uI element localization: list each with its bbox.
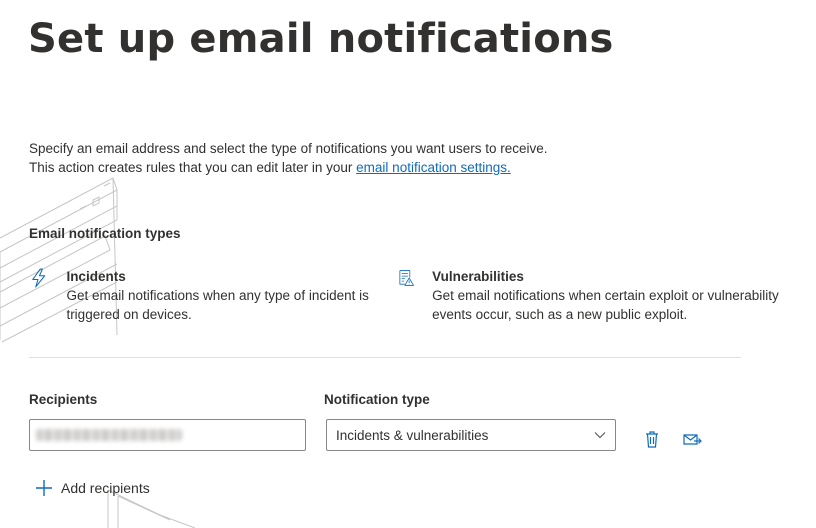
send-mail-icon bbox=[683, 434, 702, 445]
notification-type-incidents: Incidents Get email notifications when a… bbox=[29, 267, 389, 324]
notification-type-vulnerabilities: Vulnerabilities Get email notifications … bbox=[398, 267, 808, 324]
vulnerabilities-description: Get email notifications when certain exp… bbox=[432, 288, 779, 322]
page-title: Set up email notifications bbox=[28, 16, 614, 62]
add-recipients-button[interactable]: Add recipients bbox=[35, 479, 150, 497]
plus-icon bbox=[36, 480, 52, 496]
delete-recipient-button[interactable] bbox=[641, 428, 663, 450]
email-notification-settings-link[interactable]: email notification settings. bbox=[356, 160, 511, 175]
trash-icon bbox=[646, 431, 658, 448]
incidents-description: Get email notifications when any type of… bbox=[66, 288, 369, 322]
add-recipients-label: Add recipients bbox=[61, 480, 150, 496]
incidents-title: Incidents bbox=[66, 269, 126, 284]
page-description: Specify an email address and select the … bbox=[29, 139, 629, 177]
description-line-2-text: This action creates rules that you can e… bbox=[29, 160, 357, 175]
description-line-1: Specify an email address and select the … bbox=[29, 141, 548, 156]
send-test-email-button[interactable] bbox=[681, 428, 703, 450]
vulnerability-report-icon bbox=[399, 270, 414, 286]
section-divider bbox=[29, 357, 741, 358]
notification-types-heading: Email notification types bbox=[29, 226, 181, 241]
notification-type-dropdown[interactable]: Incidents & vulnerabilities bbox=[326, 419, 616, 451]
notification-type-selected-value: Incidents & vulnerabilities bbox=[336, 427, 489, 443]
recipients-label: Recipients bbox=[29, 392, 98, 407]
chevron-down-icon bbox=[594, 432, 606, 439]
lightning-bolt-icon bbox=[32, 268, 46, 288]
redacted-email-value bbox=[36, 429, 182, 441]
description-line-2: This action creates rules that you can e… bbox=[29, 158, 629, 177]
notification-type-label: Notification type bbox=[324, 392, 430, 407]
vulnerabilities-title: Vulnerabilities bbox=[432, 269, 524, 284]
